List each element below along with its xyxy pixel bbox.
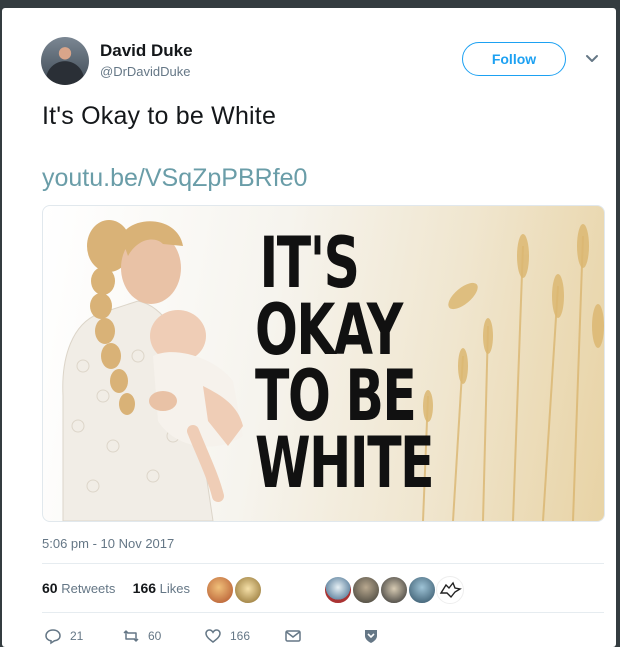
- reply-icon[interactable]: [44, 627, 62, 645]
- liker-avatar[interactable]: [380, 576, 408, 604]
- media-text-line: TO BE: [255, 355, 417, 437]
- liker-avatar[interactable]: [324, 576, 352, 604]
- liker-avatar[interactable]: [352, 576, 380, 604]
- like-action[interactable]: 166: [204, 626, 250, 646]
- media-text-line: IT'S: [259, 222, 360, 304]
- divider: [42, 563, 604, 564]
- media-text-line: OKAY: [255, 288, 403, 371]
- media-overlay-text: IT'S OKAY TO BE WHITE: [255, 222, 435, 504]
- retweets-label[interactable]: Retweets: [61, 581, 115, 596]
- heart-icon[interactable]: [204, 627, 222, 645]
- author-avatar[interactable]: [41, 37, 89, 85]
- reply-action[interactable]: 21: [44, 626, 83, 646]
- retweets-count[interactable]: 60: [42, 580, 58, 596]
- liker-avatar[interactable]: [206, 576, 234, 604]
- chevron-down-icon[interactable]: [585, 52, 599, 66]
- like-count: 166: [230, 629, 251, 643]
- author-handle[interactable]: @DrDavidDuke: [100, 64, 191, 79]
- tweet-timestamp[interactable]: 5:06 pm - 10 Nov 2017: [42, 536, 174, 551]
- divider: [42, 612, 604, 613]
- wolf-icon: [439, 581, 462, 599]
- retweet-count: 60: [148, 629, 162, 643]
- engagement-stats: 60 Retweets 166 Likes: [42, 580, 190, 596]
- media-image[interactable]: IT'S OKAY TO BE WHITE: [42, 205, 605, 522]
- author-name[interactable]: David Duke: [100, 41, 193, 61]
- likes-count[interactable]: 166: [133, 580, 156, 596]
- likes-label[interactable]: Likes: [160, 581, 190, 596]
- media-text-line: WHITE: [255, 421, 435, 504]
- retweet-icon[interactable]: [122, 627, 140, 645]
- tweet-text: It's Okay to be White: [42, 102, 277, 130]
- liker-avatar[interactable]: [436, 576, 464, 604]
- shield-icon[interactable]: [362, 627, 380, 645]
- tweet-link[interactable]: youtu.be/VSqZpPBRfe0: [42, 164, 307, 193]
- retweet-action[interactable]: 60: [122, 626, 161, 646]
- message-action[interactable]: [284, 626, 302, 646]
- liker-avatar[interactable]: [408, 576, 436, 604]
- liker-avatar[interactable]: [234, 576, 262, 604]
- message-icon[interactable]: [284, 627, 302, 645]
- reply-count: 21: [70, 629, 84, 643]
- more-action[interactable]: [362, 626, 380, 646]
- follow-button[interactable]: Follow: [462, 42, 566, 76]
